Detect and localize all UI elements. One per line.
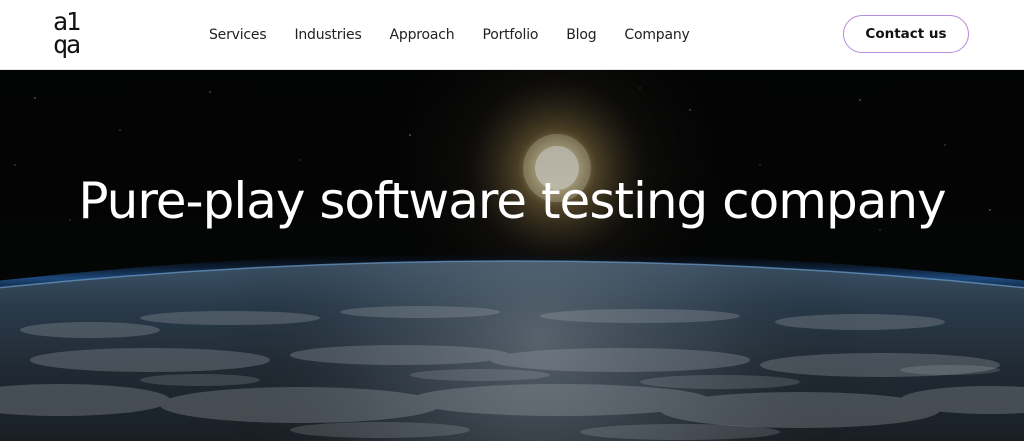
nav-item-industries: Industries — [294, 24, 361, 43]
nav-item-approach: Approach — [390, 24, 455, 43]
hero-title: Pure-play software testing company — [78, 172, 946, 230]
a1qa-logo[interactable]: a1 qa — [53, 9, 93, 62]
nav-link-services[interactable]: Services — [209, 27, 267, 43]
site-header: a1 qa Services Industries Approach Portf… — [0, 0, 1024, 70]
logo-line-2: qa — [53, 30, 81, 59]
nav-link-portfolio[interactable]: Portfolio — [482, 27, 538, 43]
contact-us-button[interactable]: Contact us — [843, 15, 969, 53]
nav-link-company[interactable]: Company — [624, 27, 689, 43]
earth-from-space-image — [0, 70, 1024, 441]
hero-section: Pure-play software testing company — [0, 70, 1024, 441]
nav-link-blog[interactable]: Blog — [566, 27, 596, 43]
main-nav: Services Industries Approach Portfolio B… — [209, 24, 690, 43]
nav-item-company: Company — [624, 24, 689, 43]
nav-item-services: Services — [209, 24, 267, 43]
nav-link-approach[interactable]: Approach — [390, 27, 455, 43]
nav-item-portfolio: Portfolio — [482, 24, 538, 43]
nav-item-blog: Blog — [566, 24, 596, 43]
nav-link-industries[interactable]: Industries — [294, 27, 361, 43]
